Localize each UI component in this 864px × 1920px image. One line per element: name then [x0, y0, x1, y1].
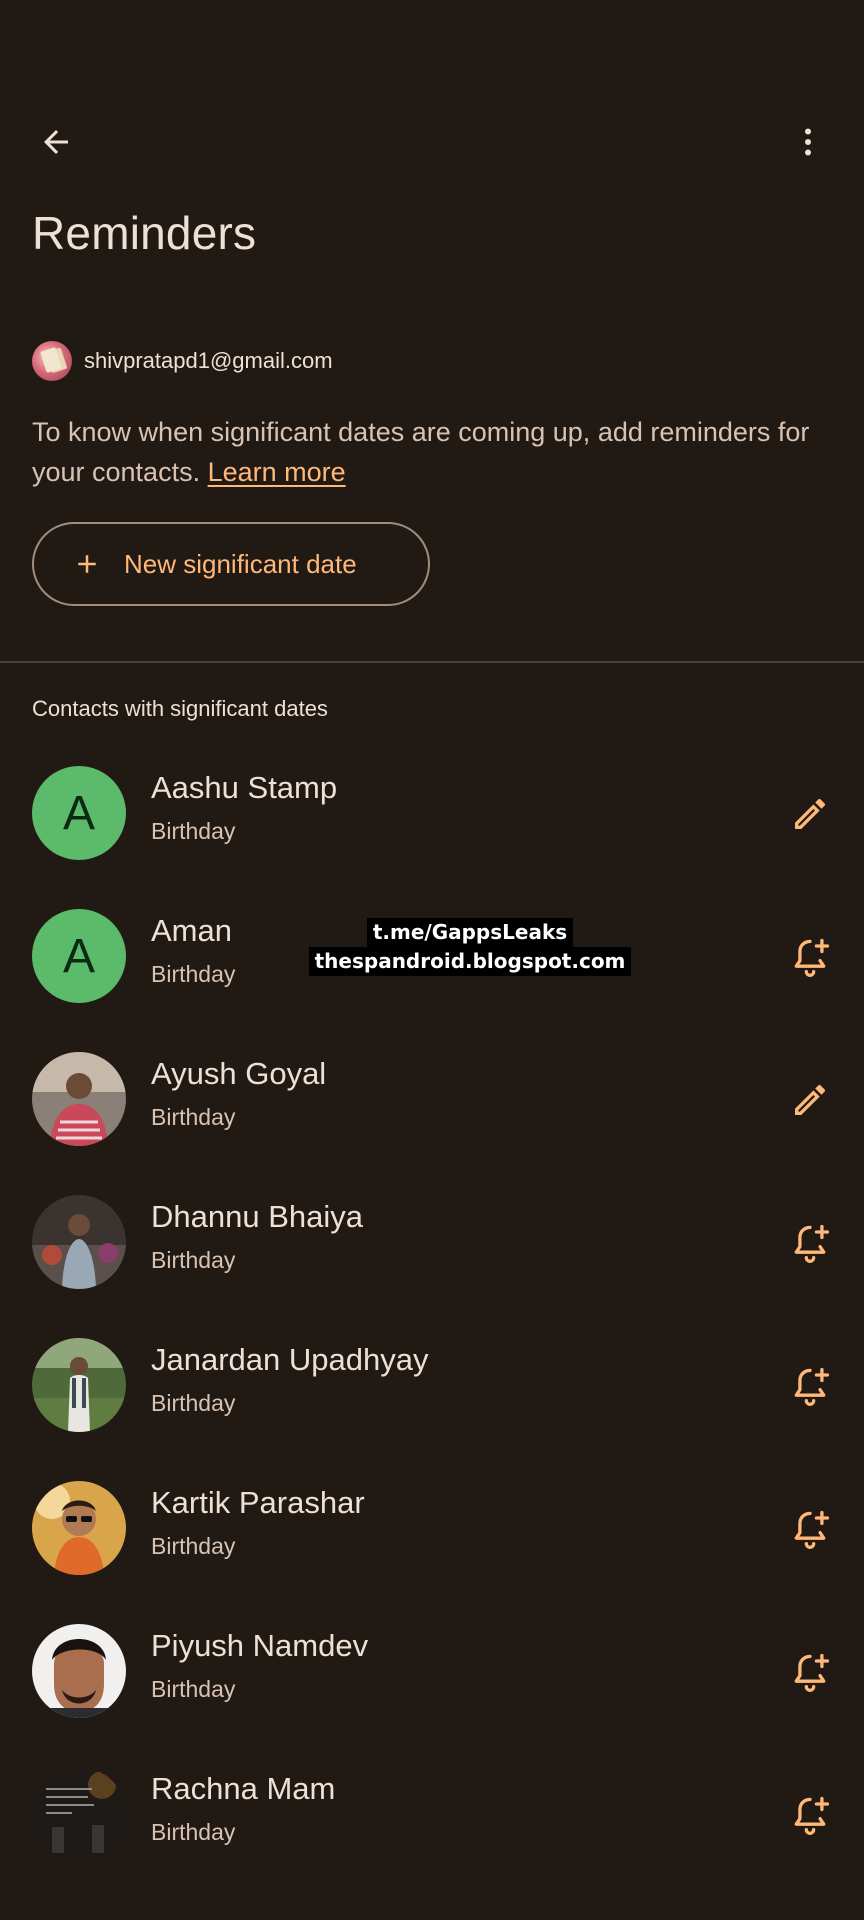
info-description: To know when significant dates are comin…	[32, 417, 810, 487]
contact-row[interactable]: Piyush Namdev Birthday	[0, 1600, 864, 1743]
back-button[interactable]	[20, 106, 92, 178]
contact-row[interactable]: Rachna Mam Birthday	[0, 1743, 864, 1886]
account-email: shivpratapd1@gmail.com	[84, 348, 333, 373]
contact-photo-avatar	[32, 1052, 126, 1146]
contact-subtitle: Birthday	[151, 1104, 236, 1130]
contact-row[interactable]: Dhannu Bhaiya Birthday	[0, 1171, 864, 1314]
contact-avatar: A	[32, 909, 126, 1003]
contact-row[interactable]: Ayush Goyal Birthday	[0, 1028, 864, 1171]
account-avatar	[32, 341, 72, 381]
contact-row[interactable]: Janardan Upadhyay Birthday	[0, 1314, 864, 1457]
contact-name: Aashu Stamp	[151, 770, 338, 805]
info-text: To know when significant dates are comin…	[32, 412, 832, 492]
edit-icon	[795, 1084, 826, 1115]
plus-icon	[72, 549, 102, 579]
edit-reminder-button[interactable]	[774, 778, 846, 850]
add-reminder-button[interactable]	[774, 1779, 846, 1851]
contact-subtitle: Birthday	[151, 961, 236, 987]
account-row[interactable]: shivpratapd1@gmail.com	[32, 340, 333, 382]
contact-photo-avatar	[32, 1767, 126, 1861]
new-significant-date-label: New significant date	[124, 548, 357, 579]
arrow-back-icon	[44, 130, 68, 154]
add-alert-icon	[794, 1653, 830, 1692]
contact-row[interactable]: A Aashu Stamp Birthday	[0, 742, 864, 885]
new-significant-date-button[interactable]: New significant date	[32, 522, 430, 606]
contact-subtitle: Birthday	[151, 1819, 236, 1845]
add-reminder-button[interactable]	[774, 1636, 846, 1708]
contact-name: Dhannu Bhaiya	[151, 1199, 363, 1234]
contact-subtitle: Birthday	[151, 1247, 236, 1273]
edit-reminder-button[interactable]	[774, 1064, 846, 1136]
contact-subtitle: Birthday	[151, 818, 236, 844]
add-reminder-button[interactable]	[774, 1493, 846, 1565]
contact-subtitle: Birthday	[151, 1390, 236, 1416]
contact-subtitle: Birthday	[151, 1533, 236, 1559]
learn-more-link[interactable]: Learn more	[208, 457, 346, 487]
more-options-button[interactable]	[772, 106, 844, 178]
page-title: Reminders	[32, 207, 257, 259]
contact-subtitle: Birthday	[151, 1676, 236, 1702]
contact-name: Piyush Namdev	[151, 1628, 369, 1663]
contact-avatar: A	[32, 766, 126, 860]
add-alert-icon	[794, 1224, 830, 1263]
add-reminder-button[interactable]	[774, 921, 846, 993]
add-alert-icon	[794, 1510, 830, 1549]
contact-name: Rachna Mam	[151, 1771, 336, 1806]
more-vert-icon	[805, 128, 811, 156]
edit-icon	[795, 798, 826, 829]
add-reminder-button[interactable]	[774, 1207, 846, 1279]
top-app-bar	[0, 100, 864, 184]
contact-photo-avatar	[32, 1195, 126, 1289]
contact-row[interactable]: Kartik Parashar Birthday	[0, 1457, 864, 1600]
contact-name: Ayush Goyal	[151, 1056, 327, 1091]
section-header: Contacts with significant dates	[32, 696, 328, 721]
divider	[0, 661, 864, 663]
contact-name: Janardan Upadhyay	[151, 1342, 429, 1377]
add-alert-icon	[794, 1367, 830, 1406]
contact-photo-avatar	[32, 1338, 126, 1432]
contact-name: Kartik Parashar	[151, 1485, 365, 1520]
contact-row[interactable]: A Aman Birthday	[0, 885, 864, 1028]
contact-photo-avatar	[32, 1481, 126, 1575]
contact-name: Aman	[151, 913, 232, 948]
add-alert-icon	[794, 1796, 830, 1835]
add-alert-icon	[794, 938, 830, 977]
contact-photo-avatar	[32, 1624, 126, 1718]
add-reminder-button[interactable]	[774, 1350, 846, 1422]
